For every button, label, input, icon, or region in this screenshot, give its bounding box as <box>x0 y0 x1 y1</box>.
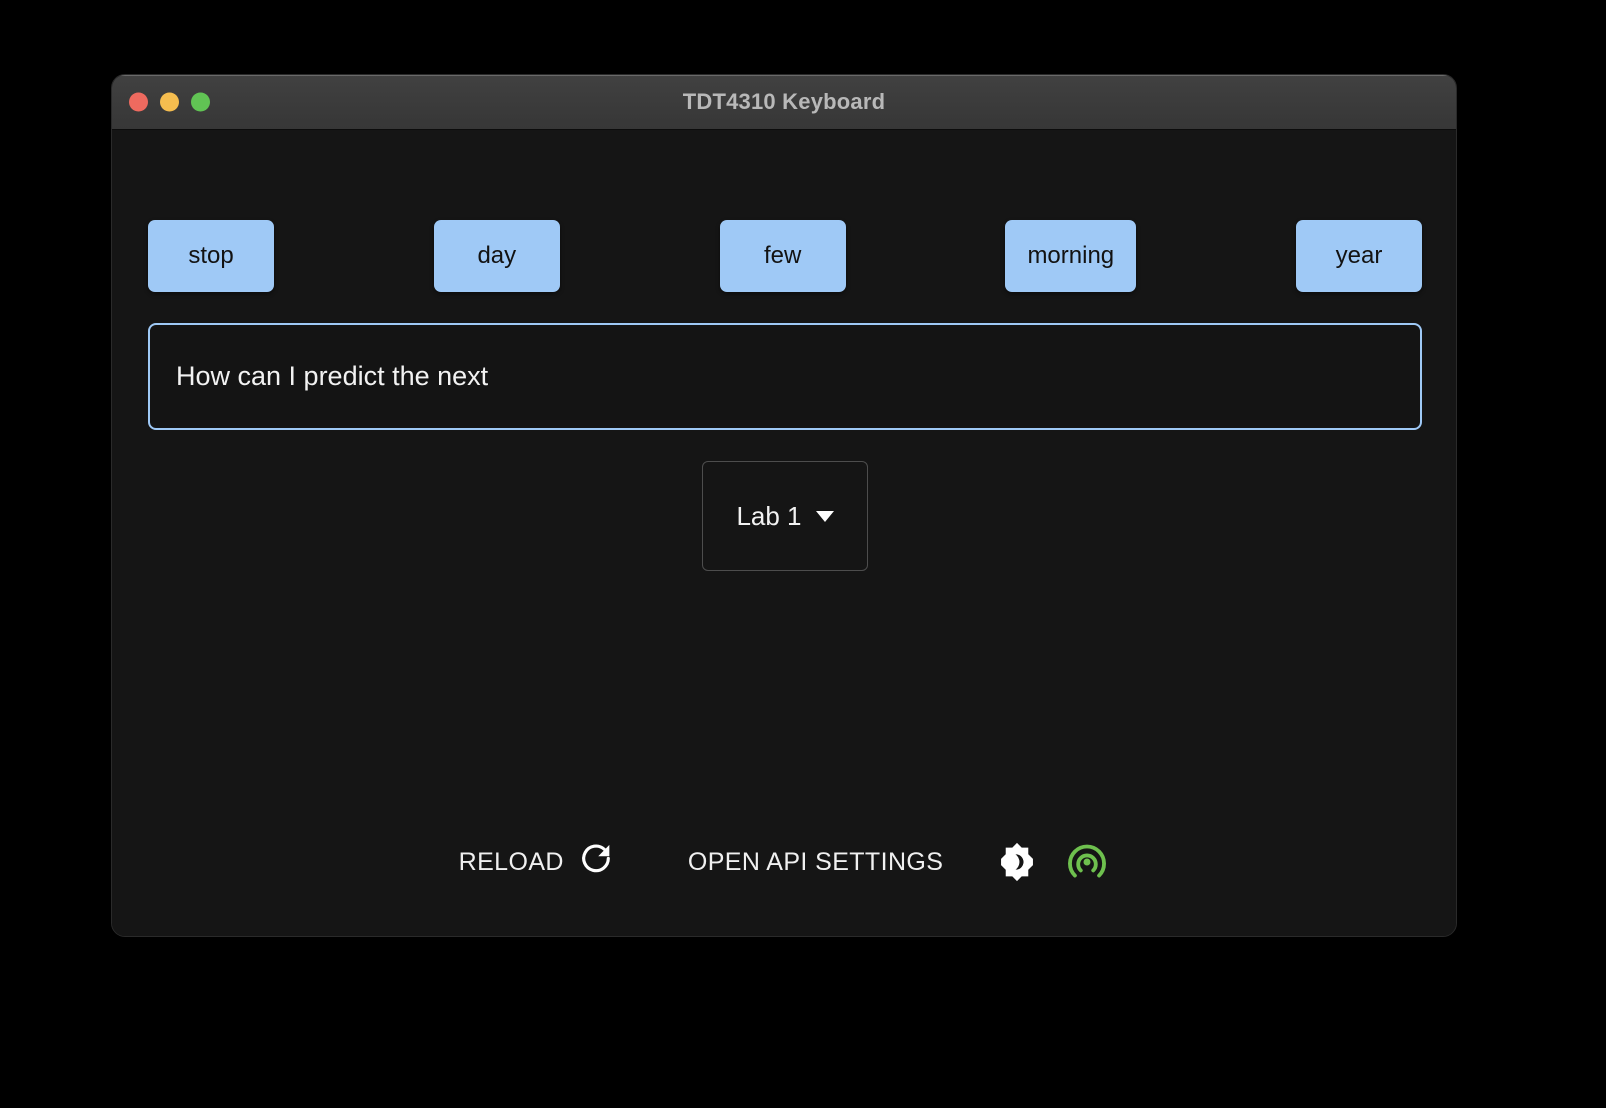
window-titlebar: TDT4310 Keyboard <box>112 75 1456 130</box>
chevron-down-icon <box>815 510 834 522</box>
window-body: stop day few morning year How can I pred… <box>112 130 1456 936</box>
lab-selector-label: Lab 1 <box>736 500 802 531</box>
minimize-button[interactable] <box>160 92 179 112</box>
suggestion-button-4[interactable]: morning <box>1005 220 1137 292</box>
text-input-value: How can I predict the next <box>176 361 489 391</box>
suggestion-button-2[interactable]: day <box>433 220 560 292</box>
window-controls <box>129 92 210 112</box>
theme-toggle-button[interactable] <box>995 840 1039 884</box>
reload-button[interactable]: RELOAD <box>459 841 614 884</box>
close-button[interactable] <box>129 92 148 112</box>
suggestion-button-5[interactable]: year <box>1295 220 1422 292</box>
reload-label: RELOAD <box>458 847 564 876</box>
window-title: TDT4310 Keyboard <box>682 89 886 114</box>
refresh-icon <box>578 841 614 884</box>
suggestion-button-1[interactable]: stop <box>148 220 274 292</box>
app-window: TDT4310 Keyboard stop day few morning ye… <box>111 74 1457 937</box>
lab-selector-dropdown[interactable]: Lab 1 <box>702 461 868 571</box>
maximize-button[interactable] <box>191 92 210 112</box>
suggestion-row: stop day few morning year <box>148 220 1422 292</box>
brightness-dark-mode-icon <box>995 840 1039 884</box>
broadcast-icon <box>1065 840 1109 884</box>
api-settings-label: OPEN API SETTINGS <box>687 847 944 876</box>
screen: TDT4310 Keyboard stop day few morning ye… <box>0 0 1606 1108</box>
broadcast-button[interactable] <box>1065 840 1109 884</box>
suggestion-button-3[interactable]: few <box>719 220 846 292</box>
bottom-toolbar: RELOAD OPEN API SETTINGS <box>112 840 1456 884</box>
open-api-settings-button[interactable]: OPEN API SETTINGS <box>688 848 943 877</box>
text-input[interactable]: How can I predict the next <box>148 323 1422 430</box>
